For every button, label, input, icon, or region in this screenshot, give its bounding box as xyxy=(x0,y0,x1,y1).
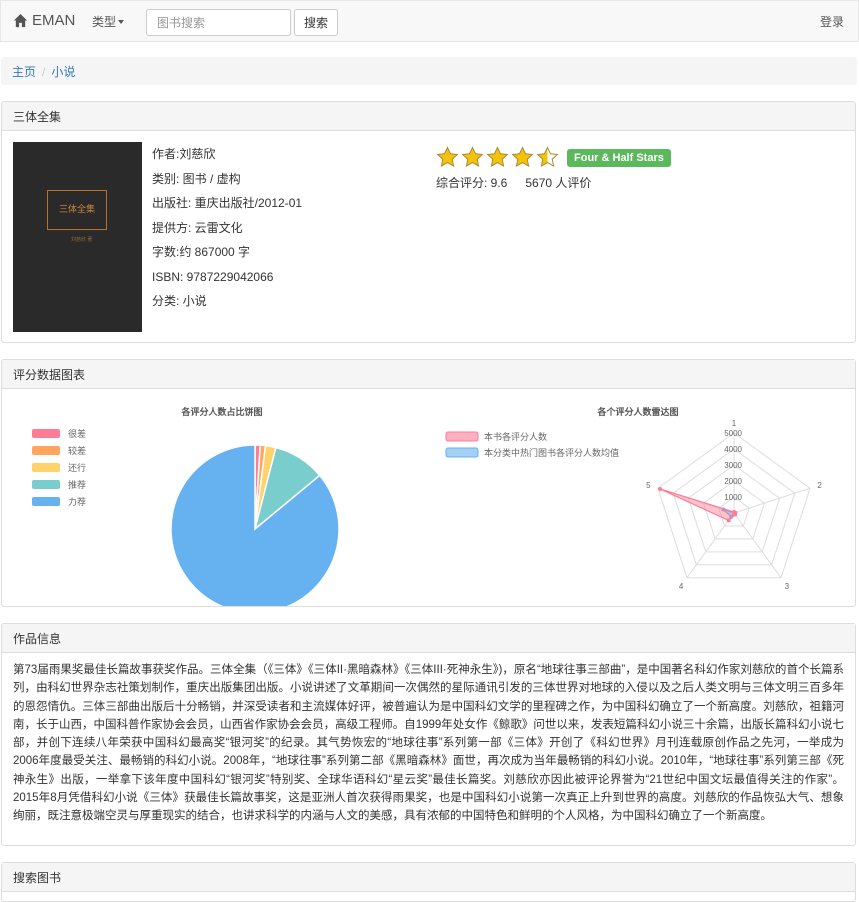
star-full-icon xyxy=(436,146,459,169)
radar-legend-label: 本书各评分人数 xyxy=(484,431,547,442)
search-panel: 搜索图书 xyxy=(1,862,856,902)
search-button[interactable]: 搜索 xyxy=(294,9,338,36)
pie-legend-swatch xyxy=(32,446,60,455)
info-author: 作者:刘慈欣 xyxy=(152,147,216,161)
rating-count: 5670 人评价 xyxy=(525,176,592,190)
star-full-icon xyxy=(461,146,484,169)
description-panel-title: 作品信息 xyxy=(2,624,855,653)
radar-axis-line xyxy=(733,487,811,514)
book-cover: 三体全集 刘慈欣 著 xyxy=(13,142,142,332)
radar-tick-label: 1000 xyxy=(724,493,742,502)
pie-legend-swatch xyxy=(32,497,60,506)
info-provider: 提供方: 云雷文化 xyxy=(152,220,243,235)
radar-legend-swatch xyxy=(445,447,479,458)
rating-score: 综合评分: 9.6 xyxy=(436,176,508,190)
radar-point xyxy=(726,518,731,523)
chart-area: 各评分人数占比饼图很差较差还行推荐力荐 各个评分人数雷达图本书各评分人数本分类中热… xyxy=(2,390,855,606)
rating-block: Four & Half Stars 综合评分: 9.6 5670 人评价 xyxy=(436,146,671,191)
chart-panel: 评分数据图表 各评分人数占比饼图很差较差还行推荐力荐 各个评分人数雷达图本书各评分… xyxy=(1,359,856,607)
cover-title: 三体全集 xyxy=(47,190,107,230)
radar-axis-label: 2 xyxy=(817,481,822,490)
pie-legend-swatch xyxy=(32,429,60,438)
radar-point xyxy=(733,512,738,517)
breadcrumb-category[interactable]: 小说 xyxy=(51,65,75,79)
breadcrumb: 主页 / 小说 xyxy=(1,57,857,85)
charts-svg: 各评分人数占比饼图很差较差还行推荐力荐 各个评分人数雷达图本书各评分人数本分类中热… xyxy=(32,406,822,606)
info-classification: 分类: 小说 xyxy=(152,294,207,308)
radar-axis-label: 5 xyxy=(646,481,651,490)
info-word-count: 字数:约 867000 字 xyxy=(152,245,251,259)
description-panel: 作品信息 第73届雨果奖最佳长篇故事获奖作品。三体全集（《三体》《三体II·黑暗… xyxy=(1,623,856,846)
pie-legend-label: 还行 xyxy=(68,462,86,473)
pie-legend-label: 推荐 xyxy=(68,479,86,490)
brand-name: EMAN xyxy=(32,12,76,29)
search-panel-title: 搜索图书 xyxy=(2,863,855,892)
breadcrumb-separator: / xyxy=(42,65,46,79)
rating-summary: 综合评分: 9.6 5670 人评价 xyxy=(436,174,671,191)
radar-point xyxy=(658,486,663,491)
cover-author: 刘慈欣 著 xyxy=(71,237,93,243)
radar-axis-line xyxy=(733,512,782,579)
radar-chart-title: 各个评分人数雷达图 xyxy=(596,406,678,417)
star-rating: Four & Half Stars xyxy=(436,146,671,169)
breadcrumb-home[interactable]: 主页 xyxy=(12,65,36,79)
navbar: EMAN 类型 搜索 登录 xyxy=(0,0,859,42)
book-info: 作者:刘慈欣 类别: 图书 / 虚构 出版社: 重庆出版社/2012-01 提供… xyxy=(152,142,302,314)
pie-legend-label: 很差 xyxy=(68,428,86,439)
type-dropdown-label: 类型 xyxy=(92,15,117,29)
book-description: 第73届雨果奖最佳长篇故事获奖作品。三体全集（《三体》《三体II·黑暗森林》《三… xyxy=(13,664,844,823)
login-link[interactable]: 登录 xyxy=(820,13,844,30)
pie-legend-label: 较差 xyxy=(68,445,86,456)
info-isbn: ISBN: 9787229042066 xyxy=(152,269,274,284)
radar-legend-label: 本分类中热门图书各评分人数均值 xyxy=(484,447,619,458)
pie-legend-swatch xyxy=(32,463,60,472)
radar-tick-label: 4000 xyxy=(724,445,742,454)
search-input[interactable] xyxy=(146,9,291,36)
pie-legend-swatch xyxy=(32,480,60,489)
info-category: 类别: 图书 / 虚构 xyxy=(152,171,241,186)
radar-axis-label: 3 xyxy=(785,582,790,591)
radar-axis-label: 1 xyxy=(732,419,737,428)
book-title: 三体全集 xyxy=(2,102,855,131)
star-full-icon xyxy=(511,146,534,169)
brand-link[interactable]: EMAN xyxy=(13,12,75,29)
pie-legend-label: 力荐 xyxy=(68,496,86,507)
radar-axis-label: 4 xyxy=(679,582,684,591)
book-panel: 三体全集 三体全集 刘慈欣 著 作者:刘慈欣 类别: 图书 / 虚构 出版社: … xyxy=(1,101,856,343)
rating-badge: Four & Half Stars xyxy=(567,148,671,167)
chart-panel-title: 评分数据图表 xyxy=(2,360,855,389)
type-dropdown[interactable]: 类型 xyxy=(92,13,125,30)
pie-chart-title: 各评分人数占比饼图 xyxy=(180,406,262,417)
radar-tick-label: 5000 xyxy=(724,429,742,438)
radar-axis-line xyxy=(686,512,735,579)
radar-tick-label: 3000 xyxy=(724,461,742,470)
star-half-icon xyxy=(536,146,559,169)
radar-legend-swatch xyxy=(445,431,479,442)
caret-down-icon xyxy=(118,19,125,24)
home-icon xyxy=(13,13,28,28)
radar-tick-label: 2000 xyxy=(724,477,742,486)
star-full-icon xyxy=(486,146,509,169)
info-publisher: 出版社: 重庆出版社/2012-01 xyxy=(152,196,303,210)
